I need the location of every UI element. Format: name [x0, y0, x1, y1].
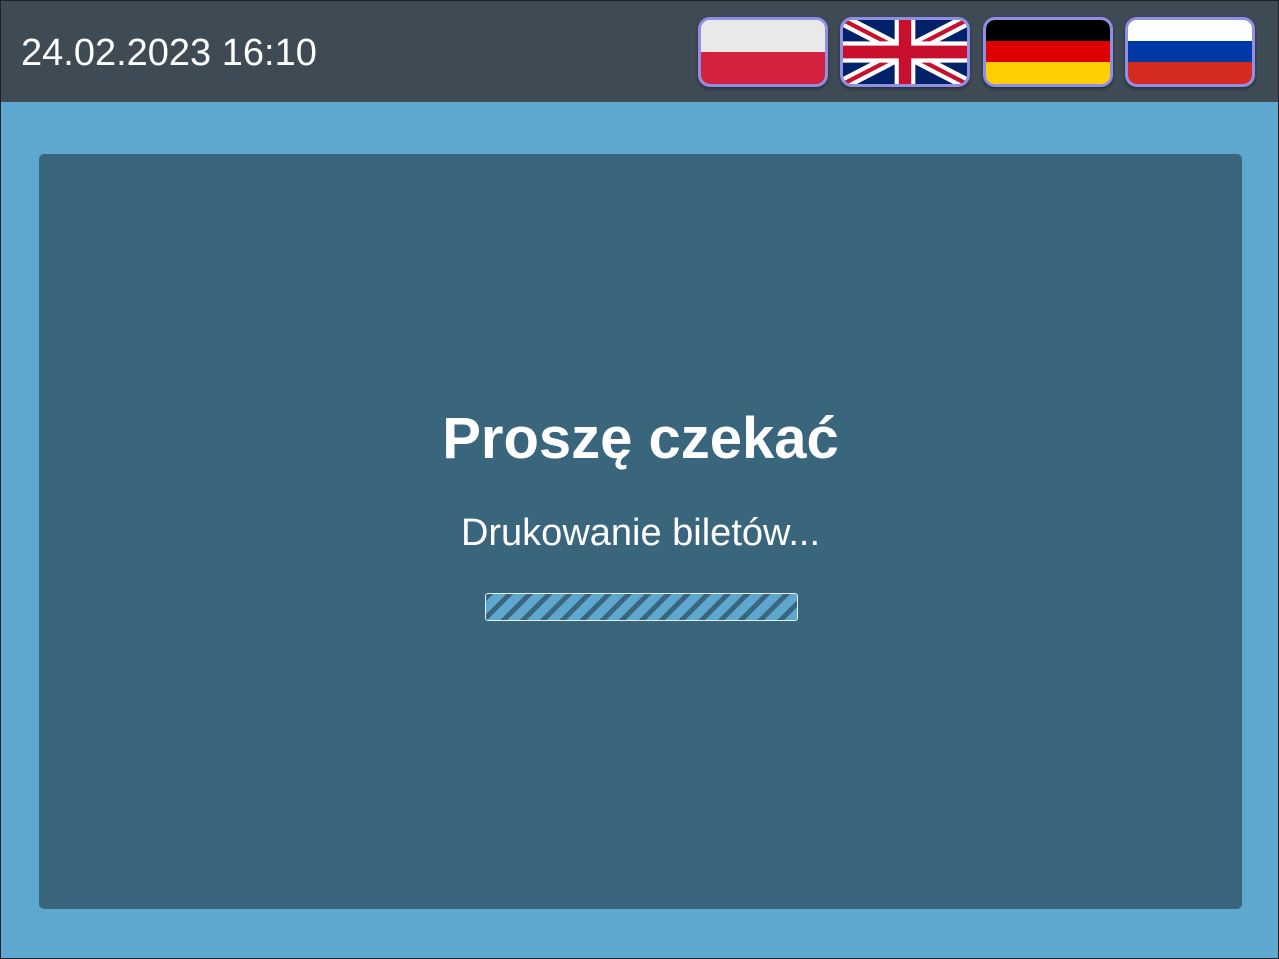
language-button-ru[interactable] [1125, 17, 1255, 87]
progress-bar [485, 593, 798, 621]
uk-flag-icon [843, 20, 967, 84]
germany-flag-icon [986, 20, 1110, 84]
language-button-en[interactable] [840, 17, 970, 87]
progress-indicator [486, 594, 797, 620]
kiosk-screen: 24.02.2023 16:10 Proszę czekać Drukowani… [0, 0, 1279, 959]
status-message: Drukowanie biletów... [460, 512, 821, 554]
language-button-de[interactable] [983, 17, 1113, 87]
language-button-pl[interactable] [698, 17, 828, 87]
status-panel: Proszę czekać Drukowanie biletów... [39, 154, 1242, 909]
page-title: Proszę czekać [442, 406, 839, 471]
datetime-display: 24.02.2023 16:10 [21, 32, 317, 74]
poland-flag-icon [701, 20, 825, 84]
russia-flag-icon [1128, 20, 1252, 84]
top-bar: 24.02.2023 16:10 [1, 1, 1278, 102]
